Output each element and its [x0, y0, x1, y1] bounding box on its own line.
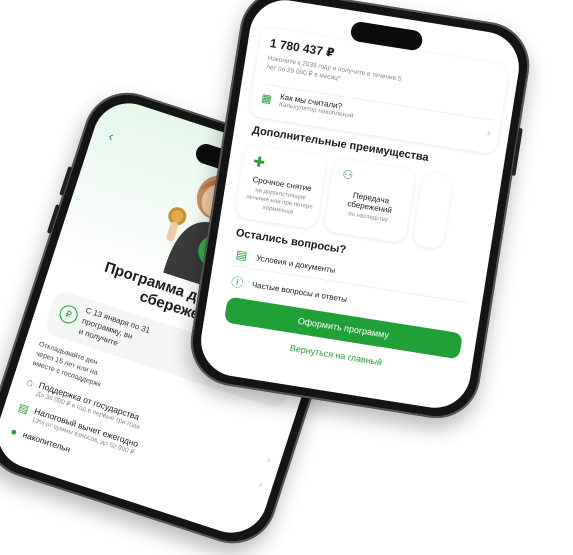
piggy-icon: ●	[8, 425, 19, 439]
volume-button	[59, 166, 73, 196]
front-screen: 1 780 437 ₽ Накопите к 2039 году и получ…	[195, 0, 525, 413]
bank-icon: ⌂	[24, 376, 35, 390]
power-button	[511, 127, 523, 176]
back-arrow-icon[interactable]: ‹	[107, 128, 116, 145]
medical-cross-icon: ✚	[252, 152, 267, 171]
benefits-list: ⌂ Поддержка от государства До 36 000 ₽ в…	[9, 376, 272, 516]
info-icon: ⓘ	[230, 274, 245, 291]
chevron-right-icon: ›	[264, 454, 273, 467]
people-icon: ⚇	[341, 166, 355, 183]
volume-button	[46, 204, 60, 234]
phone-front: 1 780 437 ₽ Накопите к 2039 году и получ…	[184, 0, 536, 425]
ruble-icon: ₽	[57, 303, 80, 326]
advantage-card[interactable]: ⚇ Передача сбережений по наследству	[323, 157, 416, 244]
chevron-right-icon: ›	[256, 478, 265, 492]
advantage-card-partial[interactable]	[412, 171, 454, 250]
chevron-right-icon: ›	[486, 127, 492, 140]
calculator-icon: ▦	[260, 91, 273, 106]
link-label: Частые вопросы и ответы	[251, 280, 348, 305]
tax-icon: ▤	[16, 401, 31, 417]
document-icon: ▤	[234, 247, 249, 263]
advantage-card[interactable]: ✚ Срочное снятие на дорогостоящее лечени…	[234, 143, 328, 230]
